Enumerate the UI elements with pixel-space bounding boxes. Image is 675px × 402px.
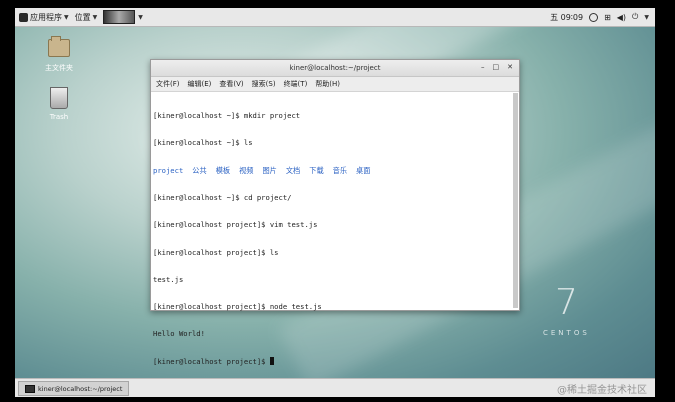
terminal-prompt-line: [kiner@localhost project]$ bbox=[153, 356, 512, 366]
desktop-icon-trash[interactable]: Trash bbox=[29, 87, 89, 121]
menu-help[interactable]: 帮助(H) bbox=[315, 79, 340, 89]
terminal-line: [kiner@localhost ~]$ ls bbox=[153, 138, 253, 148]
menu-view[interactable]: 查看(V) bbox=[219, 79, 243, 89]
menu-edit[interactable]: 编辑(E) bbox=[188, 79, 212, 89]
dir-entry: 公共 bbox=[192, 165, 207, 175]
volume-icon[interactable]: ◀) bbox=[617, 13, 626, 22]
terminal-line: [kiner@localhost project]$ ls bbox=[153, 247, 279, 257]
dir-entry: 下载 bbox=[309, 165, 324, 175]
active-window-thumbnail[interactable]: ▼ bbox=[103, 10, 143, 24]
places-menu[interactable]: 位置 ▼ bbox=[75, 12, 98, 23]
clock[interactable]: 五 09∶09 bbox=[550, 12, 583, 23]
terminal-line: [kiner@localhost ~]$ mkdir project bbox=[153, 111, 301, 121]
terminal-scrollbar[interactable] bbox=[513, 93, 518, 308]
text-cursor bbox=[269, 356, 274, 365]
menu-file[interactable]: 文件(F) bbox=[156, 79, 180, 89]
centos-logo-word: CENTOS bbox=[543, 329, 590, 337]
dir-entry: 桌面 bbox=[356, 165, 371, 175]
dir-entry: 模板 bbox=[215, 165, 231, 175]
top-panel-right: 五 09∶09 ⊞ ◀) ⏻ ▼ bbox=[550, 8, 649, 26]
chevron-down-icon: ▼ bbox=[138, 13, 143, 21]
watermark: @稀土掘金技术社区 bbox=[557, 385, 647, 396]
desktop-icon-home[interactable]: 主文件夹 bbox=[29, 36, 89, 73]
bottom-panel: kiner@localhost:~/project @稀土掘金技术社区 bbox=[15, 378, 655, 397]
desktop-icon-label: Trash bbox=[49, 113, 69, 121]
chevron-down-icon: ▼ bbox=[64, 13, 69, 21]
window-title: kiner@localhost:~/project bbox=[289, 64, 381, 72]
terminal-line: test.js bbox=[153, 274, 184, 284]
window-thumbnail-image bbox=[103, 10, 136, 24]
accessibility-icon[interactable] bbox=[589, 12, 599, 22]
power-icon[interactable]: ⏻ bbox=[632, 12, 638, 22]
directory-listing: project 公共 模板 视频 图片 文档 下载 音乐 桌面 bbox=[153, 166, 512, 175]
menu-search[interactable]: 搜索(S) bbox=[252, 79, 276, 89]
dir-entry: 视频 bbox=[239, 165, 254, 175]
terminal-icon bbox=[25, 384, 35, 393]
dir-entry: project bbox=[153, 165, 184, 175]
centos-logo-number: 7 bbox=[555, 282, 578, 323]
chevron-down-icon[interactable]: ▼ bbox=[644, 14, 649, 21]
terminal-output[interactable]: [kiner@localhost ~]$ mkdir project [kine… bbox=[153, 93, 512, 366]
top-panel-left: 应用程序 ▼ 位置 ▼ ▼ bbox=[19, 8, 143, 26]
close-button[interactable]: ✕ bbox=[507, 63, 513, 71]
maximize-button[interactable]: □ bbox=[493, 63, 500, 71]
window-controls: – □ ✕ bbox=[481, 63, 513, 71]
window-title-bar[interactable]: kiner@localhost:~/project – □ ✕ bbox=[151, 60, 519, 77]
terminal-prompt: [kiner@localhost project]$ bbox=[153, 356, 270, 366]
taskbar-window-button[interactable]: kiner@localhost:~/project bbox=[18, 381, 130, 396]
home-folder-icon bbox=[48, 36, 70, 57]
dir-entry: 文档 bbox=[285, 165, 301, 175]
desktop-icon-label: 主文件夹 bbox=[45, 64, 73, 72]
terminal-menu-bar: 文件(F) 编辑(E) 查看(V) 搜索(S) 终端(T) 帮助(H) bbox=[151, 77, 519, 92]
scrollbar-thumb[interactable] bbox=[513, 93, 518, 308]
terminal-line: [kiner@localhost project]$ vim test.js bbox=[153, 220, 318, 230]
taskbar-window-label: kiner@localhost:~/project bbox=[38, 384, 123, 393]
terminal-window[interactable]: kiner@localhost:~/project – □ ✕ 文件(F) 编辑… bbox=[150, 59, 520, 366]
terminal-line: [kiner@localhost project]$ node test.js bbox=[153, 302, 322, 312]
menu-terminal[interactable]: 终端(T) bbox=[284, 79, 308, 89]
dir-entry: 音乐 bbox=[332, 165, 348, 175]
trash-icon bbox=[50, 87, 68, 109]
terminal-line: [kiner@localhost ~]$ cd project/ bbox=[153, 193, 292, 203]
network-icon[interactable]: ⊞ bbox=[604, 13, 611, 22]
dir-entry: 图片 bbox=[262, 165, 277, 175]
applications-icon bbox=[19, 12, 28, 22]
applications-menu[interactable]: 应用程序 ▼ bbox=[19, 12, 69, 23]
terminal-line: Hello World! bbox=[153, 329, 205, 339]
chevron-down-icon: ▼ bbox=[92, 13, 98, 21]
top-panel: 应用程序 ▼ 位置 ▼ ▼ 五 09∶09 ⊞ ◀) ⏻ ▼ bbox=[15, 8, 655, 27]
places-menu-label: 位置 bbox=[74, 12, 91, 22]
minimize-button[interactable]: – bbox=[481, 63, 485, 71]
applications-menu-label: 应用程序 bbox=[30, 12, 62, 22]
